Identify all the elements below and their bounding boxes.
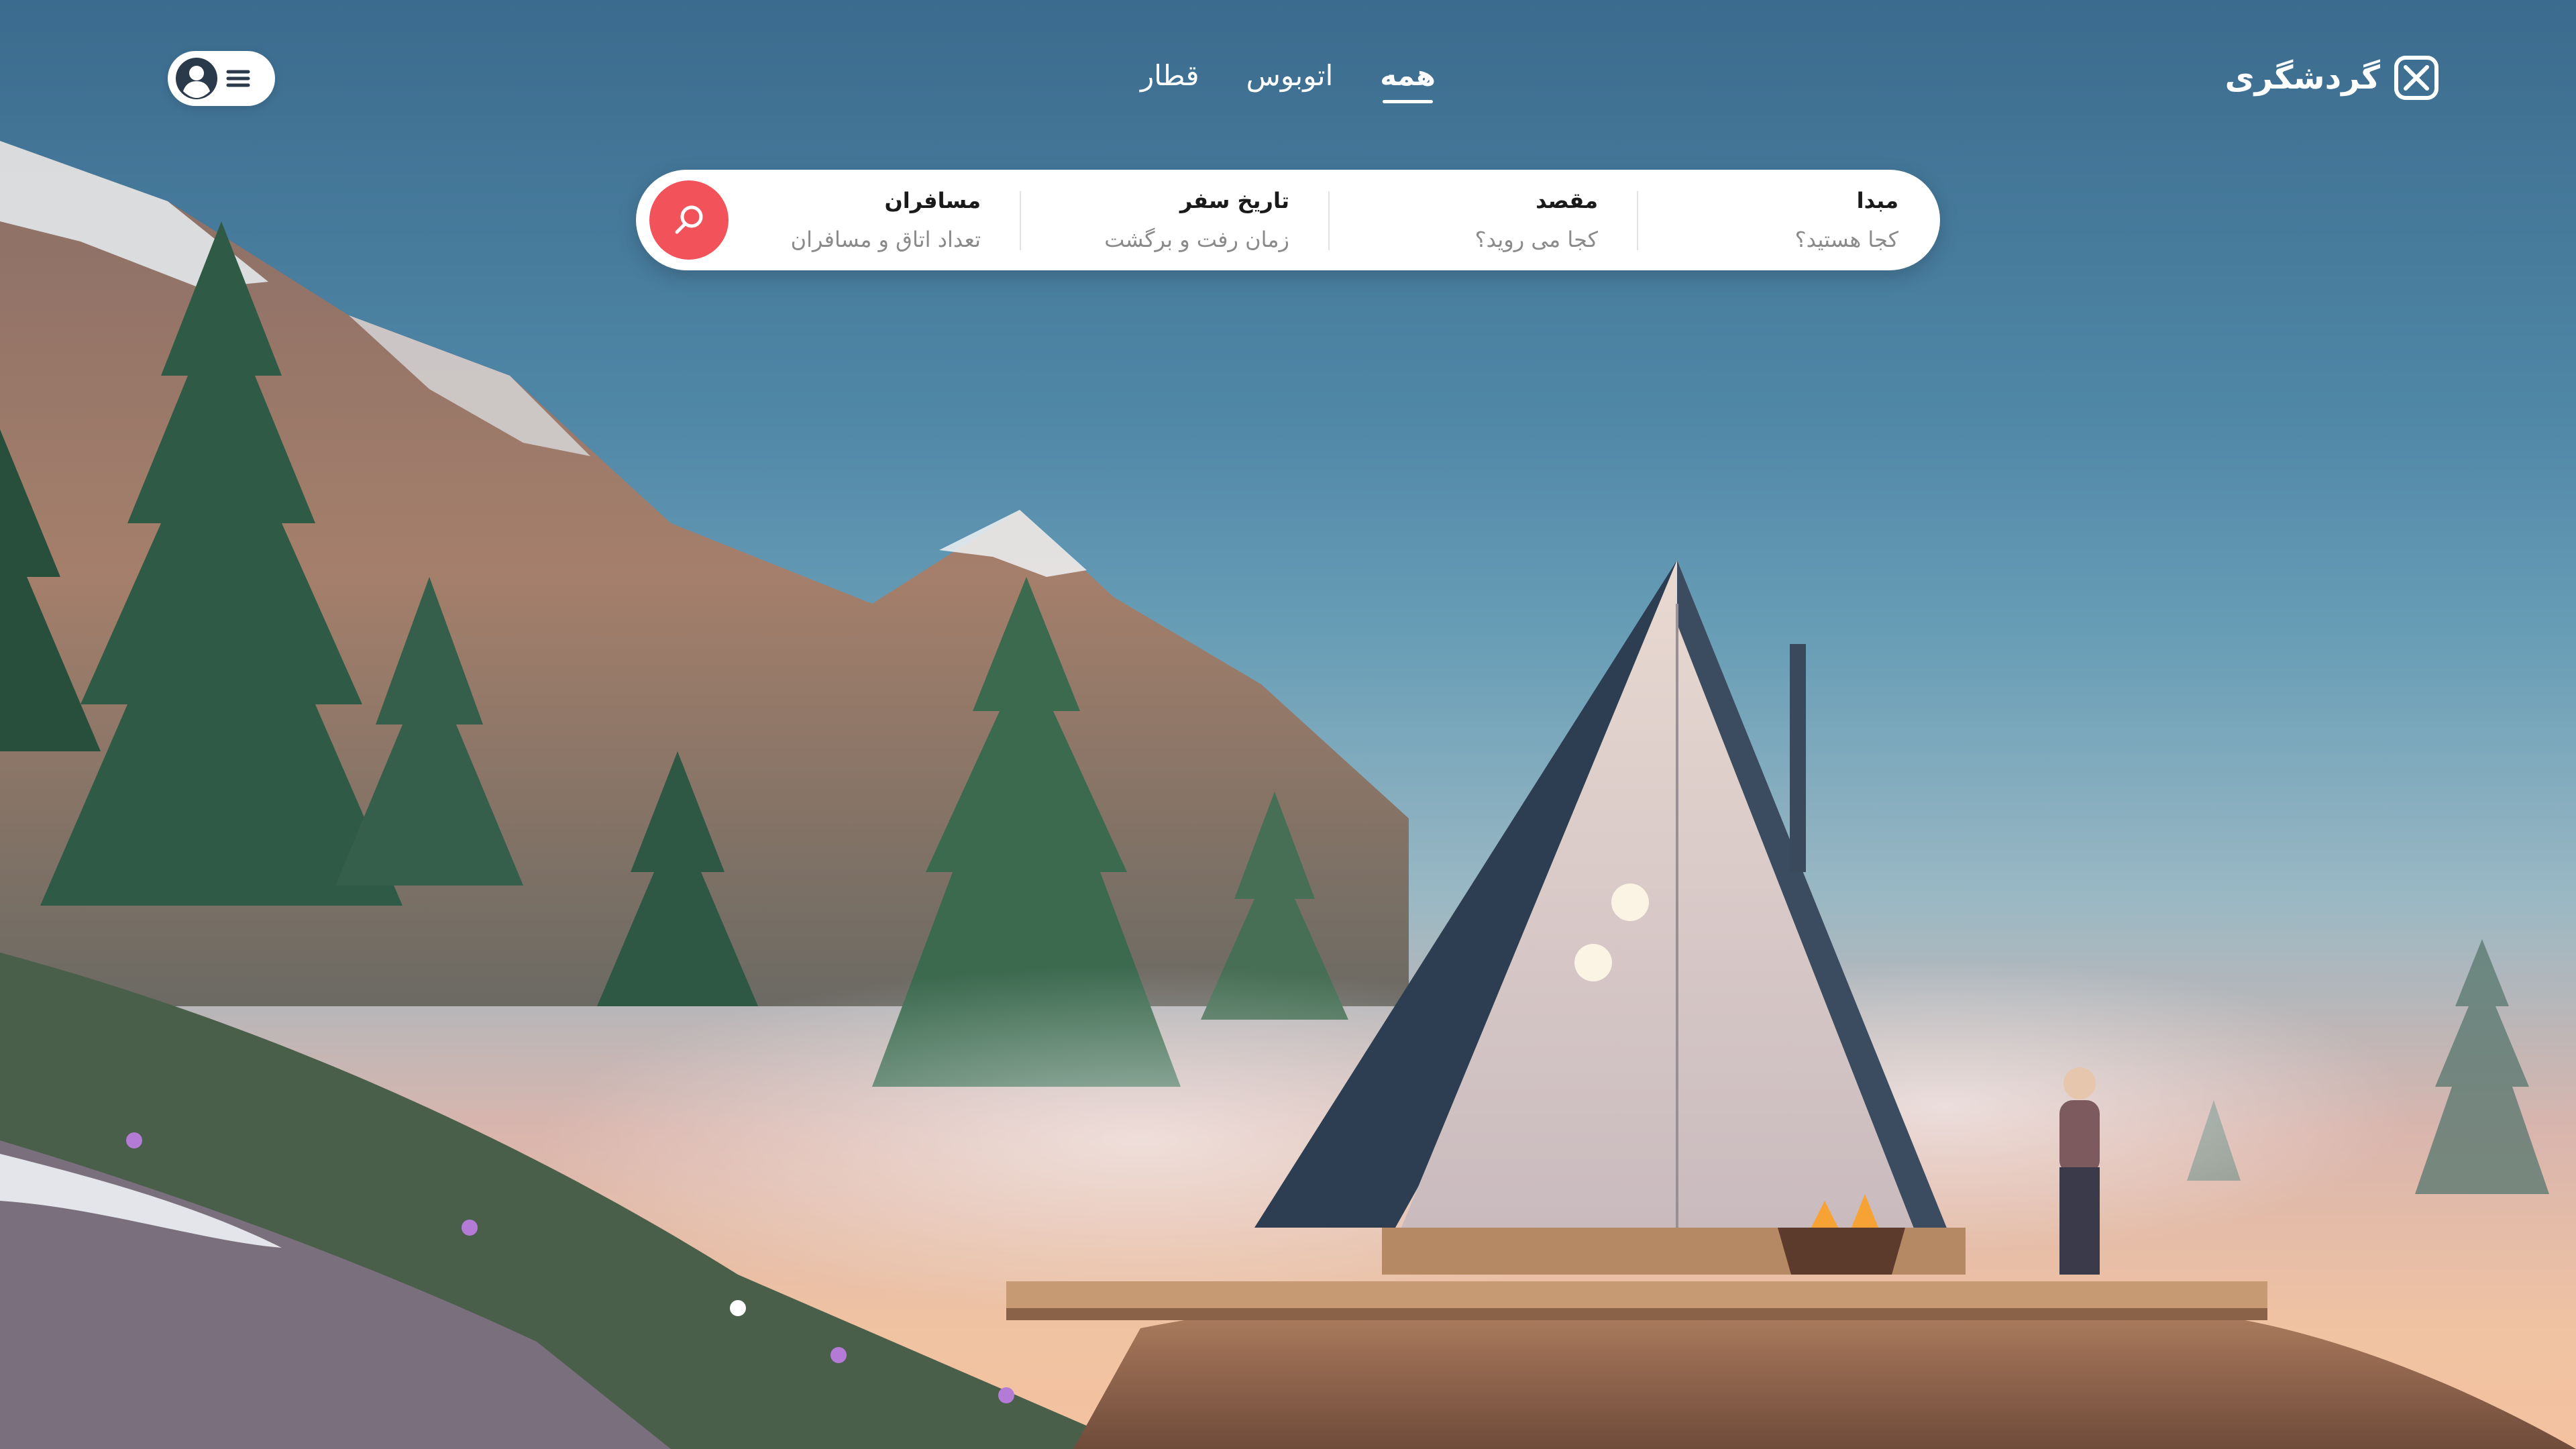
origin-label: مبدا: [1856, 188, 1898, 213]
field-divider: [1637, 191, 1638, 250]
destination-field[interactable]: مقصد کجا می روید؟: [1343, 170, 1598, 270]
tab-bus[interactable]: اتوبوس: [1246, 55, 1334, 97]
user-avatar-icon: [176, 58, 217, 99]
tab-all[interactable]: همه: [1380, 55, 1436, 103]
field-divider: [1020, 191, 1021, 250]
x-box-icon: [2394, 56, 2438, 100]
destination-placeholder: کجا می روید؟: [1474, 227, 1598, 252]
brand-logo[interactable]: گردشگری: [2225, 55, 2439, 101]
travel-date-field[interactable]: تاریخ سفر زمان رفت و برگشت: [1021, 170, 1289, 270]
passengers-placeholder: تعداد اتاق و مسافران: [790, 227, 981, 252]
search-icon: [675, 205, 703, 234]
travel-date-label: تاریخ سفر: [1179, 188, 1289, 213]
origin-placeholder: کجا هستید؟: [1794, 227, 1898, 252]
passengers-field[interactable]: مسافران تعداد اتاق و مسافران: [712, 170, 981, 270]
hamburger-menu-icon: [226, 70, 250, 87]
origin-field[interactable]: مبدا کجا هستید؟: [1657, 170, 1898, 270]
travel-date-placeholder: زمان رفت و برگشت: [1104, 227, 1289, 252]
destination-label: مقصد: [1536, 188, 1598, 213]
trip-search-bar: مبدا کجا هستید؟ مقصد کجا می روید؟ تاریخ …: [636, 170, 1940, 270]
search-button[interactable]: [649, 180, 729, 260]
passengers-label: مسافران: [884, 188, 981, 213]
field-divider: [1328, 191, 1330, 250]
brand-name: گردشگری: [2224, 59, 2380, 97]
main-nav: همه اتوبوس قطار: [1140, 55, 1436, 109]
tab-train[interactable]: قطار: [1140, 55, 1199, 97]
user-menu-button[interactable]: [168, 51, 275, 106]
top-header: گردشگری همه اتوبوس قطار: [0, 0, 2576, 156]
